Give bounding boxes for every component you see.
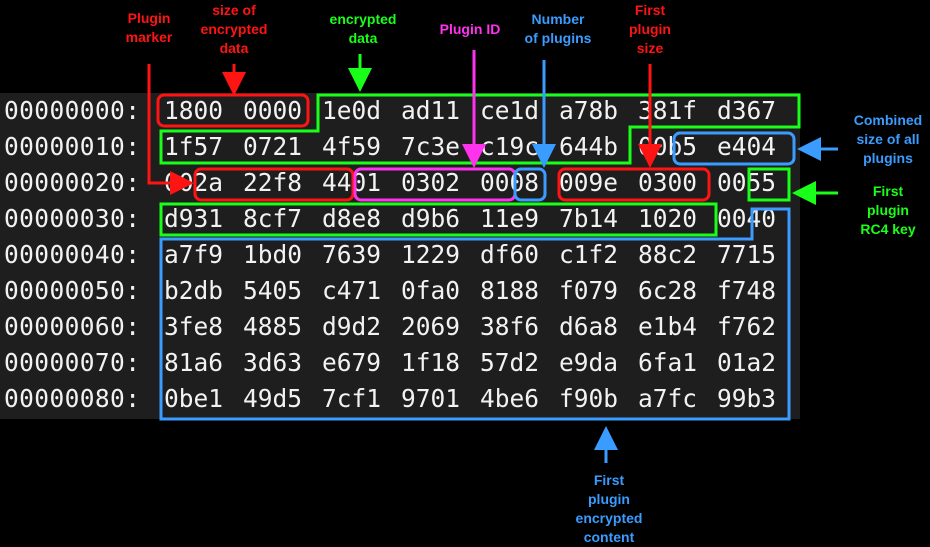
label-number-of-plugins: Number of plugins [524, 11, 592, 46]
hex-word: 7b14 [559, 204, 619, 233]
hex-word: c1f2 [559, 240, 619, 269]
hex-word: 7639 [322, 240, 382, 269]
hex-word: 49d5 [243, 384, 303, 413]
hex-word: d8e8 [322, 204, 382, 233]
hex-word: 7715 [717, 240, 777, 269]
label-plugin-marker: Plugin marker [125, 10, 173, 45]
hex-word: a78b [559, 96, 619, 125]
label-first-plugin-size: First plugin size [629, 2, 671, 56]
hex-word: 88c2 [638, 240, 698, 269]
hex-word: 0302 [401, 168, 461, 197]
hex-word: 4be6 [480, 384, 540, 413]
hex-word: d367 [717, 96, 777, 125]
hex-word: 7cf1 [322, 384, 382, 413]
row-offset: 00000080: [4, 384, 141, 413]
hex-word: 1bd0 [243, 240, 303, 269]
row-offset: 00000060: [4, 312, 141, 341]
hex-word: 1f18 [401, 348, 461, 377]
hex-word: 0000 [243, 96, 303, 125]
hex-word: 8188 [480, 276, 540, 305]
hex-word: c19c [480, 132, 540, 161]
hex-word: 4401 [322, 168, 382, 197]
hex-word: a7f9 [164, 240, 224, 269]
hex-word: 0055 [717, 168, 777, 197]
hex-word: 644b [559, 132, 619, 161]
hex-word: b2db [164, 276, 224, 305]
label-first-plugin-rc4-key: First plugin RC4 key [860, 183, 916, 237]
hex-word: e404 [717, 132, 777, 161]
row-offset: 00000030: [4, 204, 141, 233]
hex-word: 3d63 [243, 348, 303, 377]
hex-word: 0fa0 [401, 276, 461, 305]
row-offset: 00000040: [4, 240, 141, 269]
hex-word: 1020 [638, 204, 698, 233]
hex-word: 002a [164, 168, 224, 197]
hex-word: df60 [480, 240, 540, 269]
label-first-plugin-encrypted-content: First plugin encrypted content [575, 472, 643, 545]
hex-word: 99b3 [717, 384, 777, 413]
hex-word: d931 [164, 204, 224, 233]
hex-word: f90b [559, 384, 619, 413]
hex-word: 5405 [243, 276, 303, 305]
hex-word: 0008 [480, 168, 540, 197]
hex-word: f748 [717, 276, 777, 305]
hex-word: 38f6 [480, 312, 540, 341]
hex-word: 3fe8 [164, 312, 224, 341]
hex-word: f762 [717, 312, 777, 341]
hex-word: f079 [559, 276, 619, 305]
row-offset: 00000010: [4, 132, 141, 161]
hex-word: 22f8 [243, 168, 303, 197]
hex-word: e679 [322, 348, 382, 377]
row-offset: 00000050: [4, 276, 141, 305]
hex-word: 11e9 [480, 204, 540, 233]
label-encrypted-data: encrypted data [329, 11, 397, 46]
hex-word: 0300 [638, 168, 698, 197]
hex-word: a7fc [638, 384, 698, 413]
hex-word: 6c28 [638, 276, 698, 305]
hex-word: 0721 [243, 132, 303, 161]
hex-word: 01a2 [717, 348, 777, 377]
hex-word: e1b4 [638, 312, 698, 341]
hex-word: 1229 [401, 240, 461, 269]
hex-word: e9da [559, 348, 619, 377]
hex-word: 6fa1 [638, 348, 698, 377]
hex-word: 009e [559, 168, 619, 197]
hex-word: 1800 [164, 96, 224, 125]
hex-word: 2069 [401, 312, 461, 341]
label-size-encrypted-data: size of encrypted data [200, 2, 268, 56]
label-plugin-id: Plugin ID [439, 21, 501, 37]
hex-word: ce1d [480, 96, 540, 125]
hex-word: 4885 [243, 312, 303, 341]
label-combined-size: Combined size of all plugins [853, 112, 923, 166]
hex-word: 381f [638, 96, 698, 125]
hex-word: 0be1 [164, 384, 224, 413]
hex-word: 8cf7 [243, 204, 303, 233]
row-offset: 00000000: [4, 96, 141, 125]
hex-word: 0040 [717, 204, 777, 233]
hex-word: d9d2 [322, 312, 382, 341]
hex-word: 4f59 [322, 132, 382, 161]
row-offset: 00000020: [4, 168, 141, 197]
hex-word: 1e0d [322, 96, 382, 125]
hex-word: 7c3e [401, 132, 461, 161]
hex-word: 81a6 [164, 348, 224, 377]
hex-word: d9b6 [401, 204, 461, 233]
hex-word: 1f57 [164, 132, 224, 161]
hex-word: ad11 [401, 96, 461, 125]
row-offset: 00000070: [4, 348, 141, 377]
hex-word: 9701 [401, 384, 461, 413]
hex-word: 00b5 [638, 132, 698, 161]
hex-word: c471 [322, 276, 382, 305]
hex-word: 57d2 [480, 348, 540, 377]
hex-word: d6a8 [559, 312, 619, 341]
